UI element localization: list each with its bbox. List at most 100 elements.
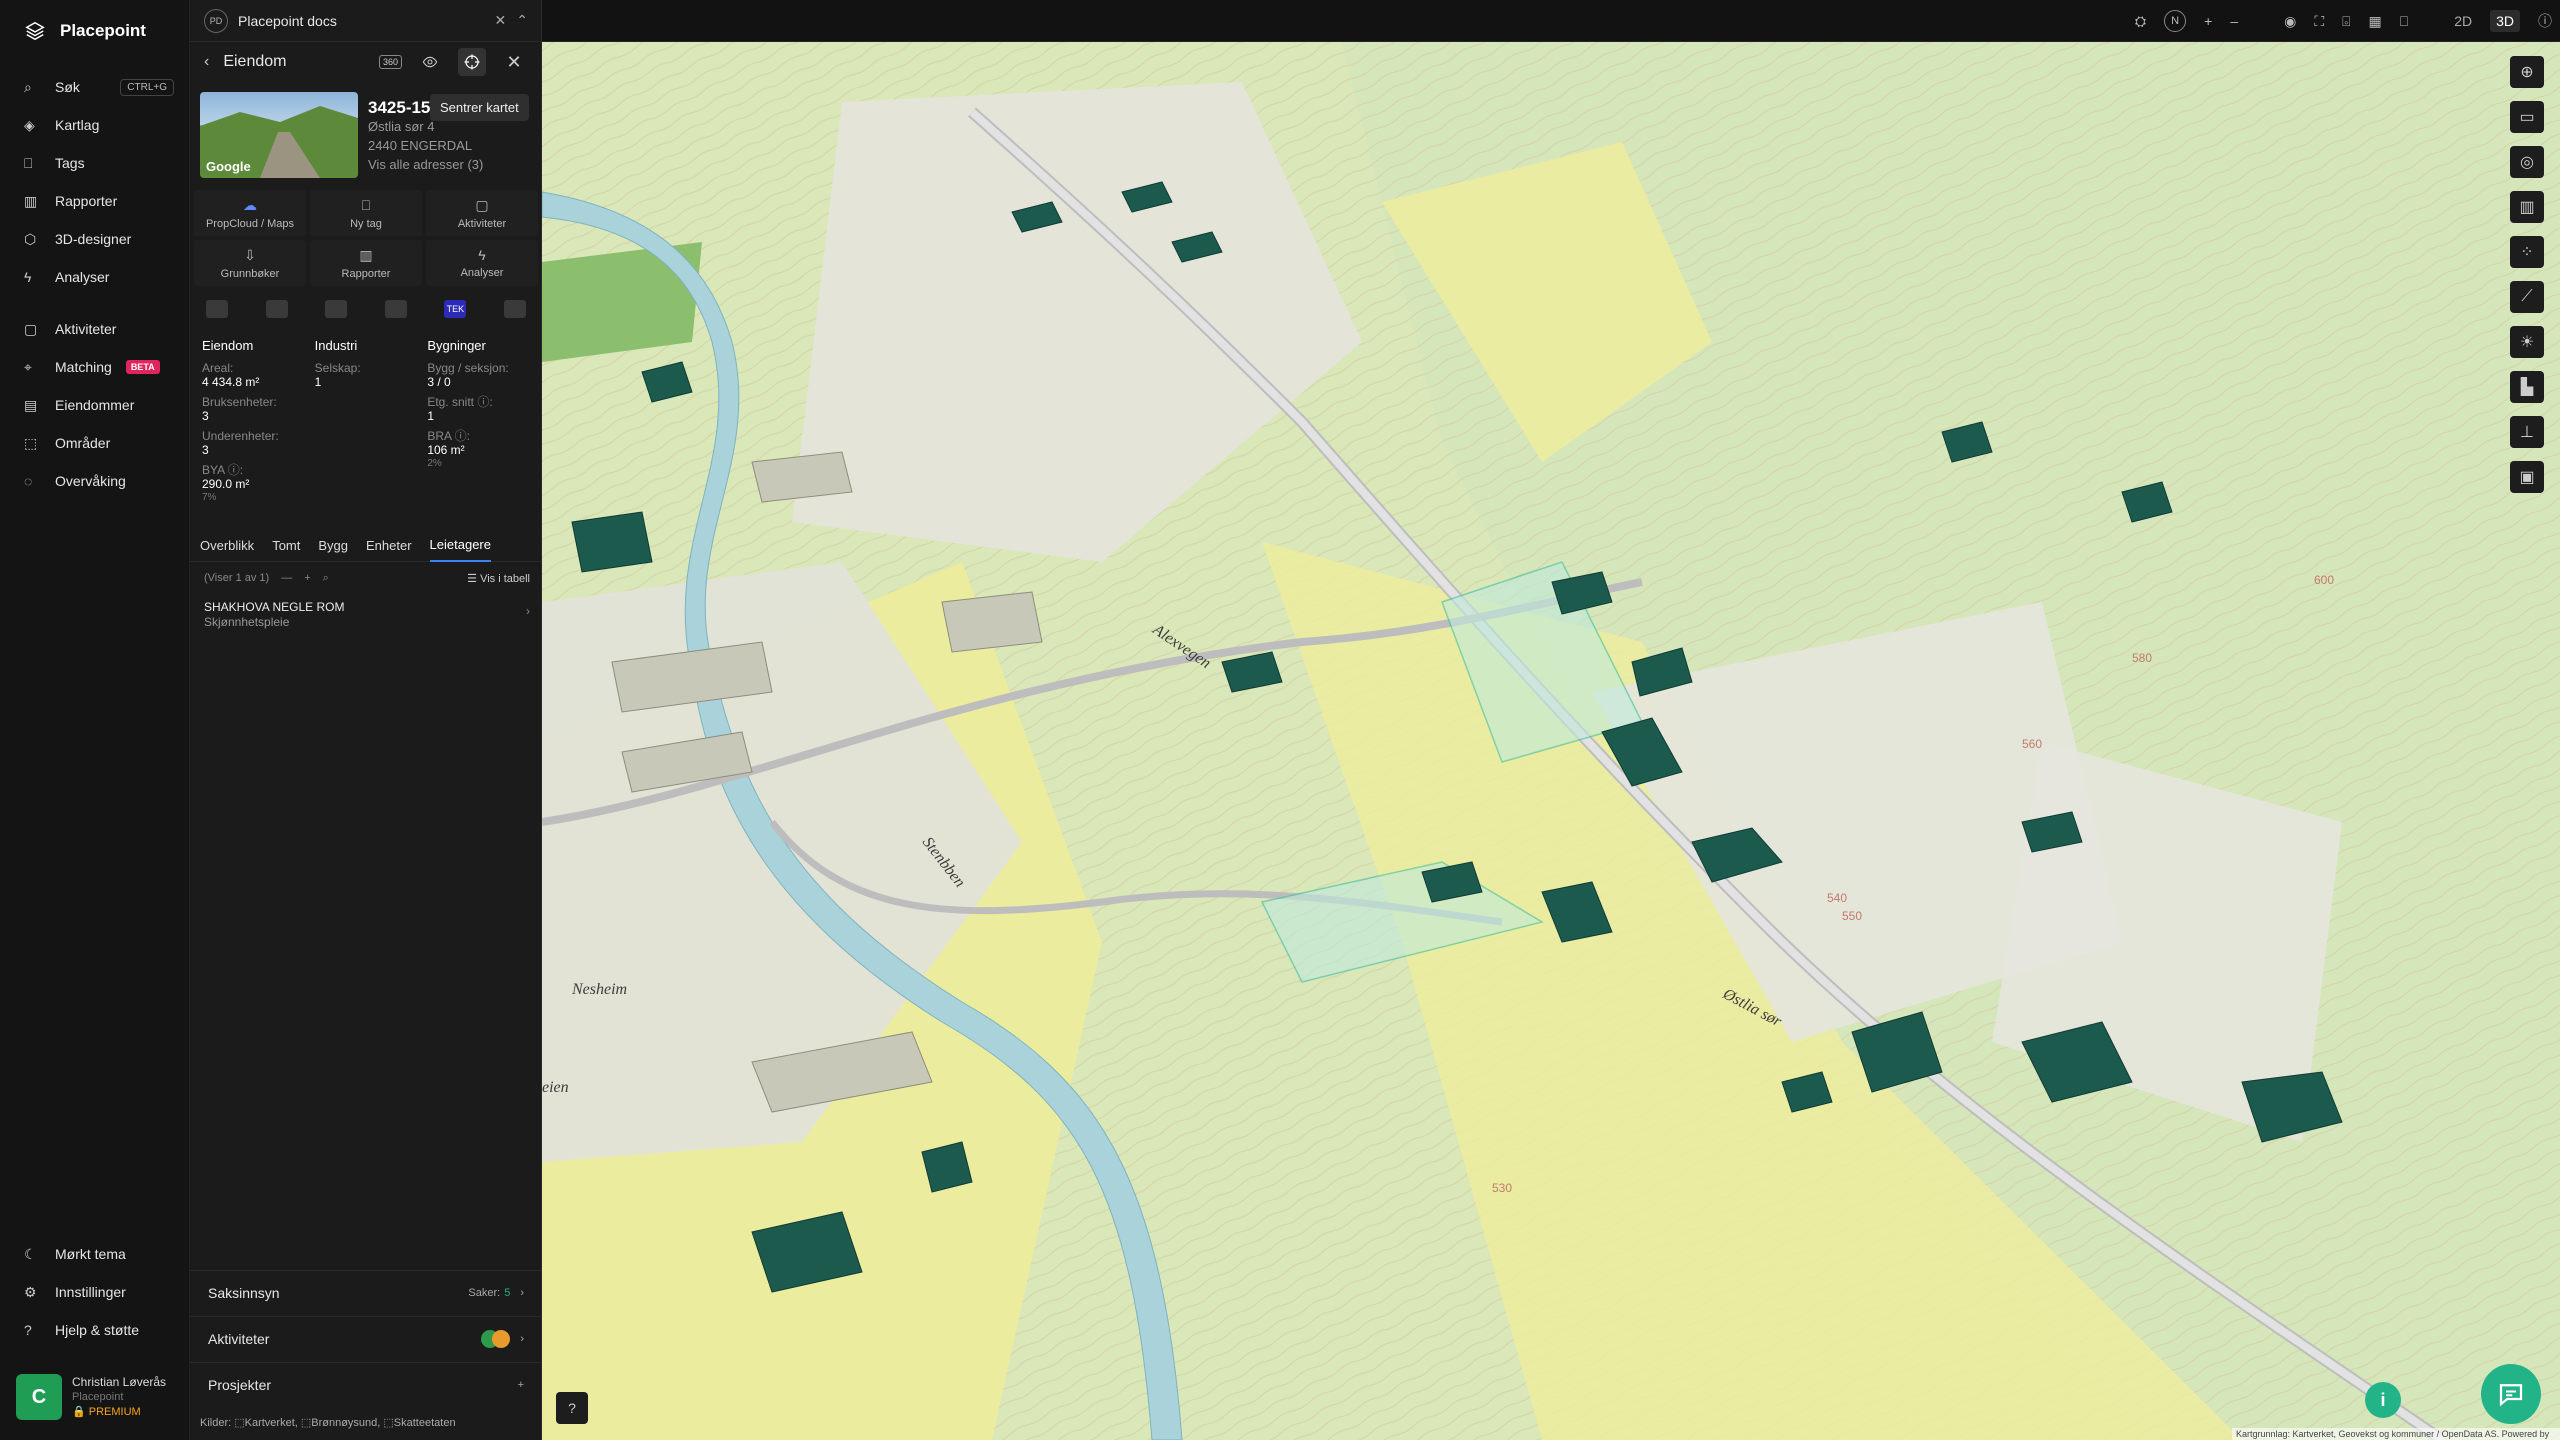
back-icon[interactable]: ‹ xyxy=(204,53,209,71)
add-icon[interactable]: + xyxy=(304,572,310,584)
sidebar-item-kartlag[interactable]: ◈ Kartlag xyxy=(0,106,190,144)
source-logo[interactable] xyxy=(206,300,228,318)
action-button-1[interactable]: ⎕ Ny tag xyxy=(310,190,422,236)
mode-3d-button[interactable]: 3D xyxy=(2490,10,2520,32)
stats-column: Industri Selskap: 1 xyxy=(315,338,420,511)
place-label: Nesheim xyxy=(571,981,627,998)
chat-button[interactable] xyxy=(2481,1364,2541,1424)
search-icon[interactable]: ⌕ xyxy=(323,572,329,585)
sidebar-item-analyser[interactable]: ϟ Analyser xyxy=(0,258,190,296)
sidebar-item-rapporter[interactable]: ▥ Rapporter xyxy=(0,182,190,220)
view-360-button[interactable]: 360 xyxy=(378,55,402,69)
stat-label: Underenheter: xyxy=(202,429,279,443)
close-icon[interactable]: ✕ xyxy=(495,12,507,29)
bookmark-icon[interactable]: ⎕ xyxy=(2400,13,2408,30)
app-logo[interactable]: Placepoint xyxy=(24,20,146,42)
tab-tomt[interactable]: Tomt xyxy=(272,530,300,562)
source-logo[interactable] xyxy=(265,300,288,318)
property-stats: Eiendom Areal: 4 434.8 m² Bruksenheter: 3 Und… xyxy=(202,338,532,511)
building-analysis-icon[interactable]: ▙ xyxy=(2510,371,2544,403)
source-logo[interactable]: TEK xyxy=(444,300,467,318)
mode-2d-button[interactable]: 2D xyxy=(2454,13,2472,29)
action-button-3[interactable]: ⇩ Grunnbøker xyxy=(194,240,306,286)
zoom-out-icon[interactable]: – xyxy=(2230,13,2238,29)
camera-icon[interactable]: ⌻ xyxy=(2342,13,2350,30)
stat-value: 3 / 0 xyxy=(427,375,451,389)
compass-button[interactable]: N xyxy=(2164,10,2187,32)
stat-value: 290.0 m² xyxy=(202,477,250,491)
view-table-button[interactable]: ☰ Vis i tabell xyxy=(467,572,530,585)
action-button-5[interactable]: ϟ Analyser xyxy=(426,240,538,286)
tab-bygg[interactable]: Bygg xyxy=(318,530,348,562)
sidebar-item-innstillinger[interactable]: ⚙ Innstillinger xyxy=(0,1273,190,1311)
layer-view-icon[interactable]: ◎ xyxy=(2510,146,2544,178)
eye-icon[interactable]: ◉ xyxy=(2284,13,2296,30)
stat-value: 3 xyxy=(202,409,209,423)
all-addresses-link[interactable]: Vis alle adresser (3) xyxy=(368,155,483,174)
list-item[interactable]: SHAKHOVA NEGLE ROM Skjønnhetspleie › xyxy=(204,600,530,630)
contour-label: 540 xyxy=(1827,891,1847,905)
sidebar-item-overvåking[interactable]: ◌ Overvåking xyxy=(0,462,190,500)
collapse-icon[interactable]: — xyxy=(281,572,292,584)
sidebar-item-mørkt-tema[interactable]: ☾ Mørkt tema xyxy=(0,1235,190,1273)
accordion-aktiviteter[interactable]: Aktiviteter › xyxy=(190,1316,542,1360)
info-icon[interactable]: ⓘ xyxy=(2538,11,2552,31)
line-chart-icon[interactable]: ⟋ xyxy=(2510,281,2544,313)
ruler-icon[interactable]: ▭ xyxy=(2510,101,2544,133)
action-button-4[interactable]: ▥ Rapporter xyxy=(310,240,422,286)
info-button[interactable]: i xyxy=(2365,1382,2401,1418)
sidebar-item-3d-designer[interactable]: ⬡ 3D-designer xyxy=(0,220,190,258)
terrain-map[interactable]: Nesheim Østlia sør Stenbben eien Alexveg… xyxy=(542,42,2560,1440)
sidebar-item-label: Kartlag xyxy=(55,117,100,133)
tab-overblikk[interactable]: Overblikk xyxy=(200,530,254,562)
doc-title[interactable]: Placepoint docs xyxy=(238,13,337,29)
stat-item: Selskap: 1 xyxy=(315,361,420,389)
help-icon[interactable]: ? xyxy=(556,1392,588,1424)
sun-icon[interactable]: ☀ xyxy=(2510,326,2544,358)
profile-icon[interactable]: ⊥ xyxy=(2510,416,2544,448)
map-canvas[interactable]: Nesheim Østlia sør Stenbben eien Alexveg… xyxy=(542,42,2560,1440)
sidebar-item-aktiviteter[interactable]: ▢ Aktiviteter xyxy=(0,310,190,348)
sidebar-item-tags[interactable]: ⎕ Tags xyxy=(0,144,190,182)
sidebar-item-eiendommer[interactable]: ▤ Eiendommer xyxy=(0,386,190,424)
bar-chart-icon[interactable]: ▥ xyxy=(2510,191,2544,223)
sidebar-item-matching[interactable]: ⌖ Matching BETA xyxy=(0,348,190,386)
stat-label: Bygg / seksjon: xyxy=(427,361,509,375)
chevron-updown-icon[interactable]: ⌃ xyxy=(516,12,528,29)
cloud-icon: ☁ xyxy=(243,196,257,213)
globe-search-icon[interactable]: ⊕ xyxy=(2510,56,2544,88)
chat-icon xyxy=(2499,1384,2523,1407)
sidebar-item-områder[interactable]: ⬚ Områder xyxy=(0,424,190,462)
user-profile[interactable]: C Christian Løverås Placepoint 🔒 PREMIUM xyxy=(16,1374,184,1420)
zoom-in-icon[interactable]: + xyxy=(2204,13,2212,29)
scatter-icon[interactable]: ⁘ xyxy=(2510,236,2544,268)
image-export-icon[interactable]: ▣ xyxy=(2510,461,2544,493)
source-logo[interactable] xyxy=(503,300,526,318)
stat-label: Selskap: xyxy=(314,361,361,375)
action-label: Rapporter xyxy=(341,267,391,280)
source-logo[interactable] xyxy=(325,300,348,318)
chart-icon: ▥ xyxy=(24,192,38,209)
sidebar-item-label: Matching xyxy=(55,359,112,375)
eye-icon[interactable] xyxy=(416,48,444,76)
sources-footer: Kilder: ⬚Kartverket, ⬚Brønnøysund, ⬚Skat… xyxy=(200,1417,456,1429)
grid-icon[interactable]: ▦ xyxy=(2369,13,2382,30)
accordion-prosjekter[interactable]: Prosjekter + xyxy=(190,1362,542,1406)
action-button-2[interactable]: ▢ Aktiviteter xyxy=(426,190,538,236)
close-panel-icon[interactable]: ✕ xyxy=(500,48,528,76)
fullscreen-icon[interactable]: ⛶ xyxy=(2314,13,2324,30)
drone-icon[interactable]: ⛭ xyxy=(2135,13,2146,30)
tenant-type: Skjønnhetspleie xyxy=(204,615,290,629)
accordion-saksinnsyn[interactable]: Saksinnsyn Saker: 5 › xyxy=(190,1270,542,1314)
sidebar-item-søk[interactable]: ⌕ Søk CTRL+G xyxy=(0,68,190,106)
center-map-button[interactable] xyxy=(458,48,486,76)
source-logo[interactable] xyxy=(384,300,407,318)
stats-column: Eiendom Areal: 4 434.8 m² Bruksenheter: 3 Und… xyxy=(202,338,307,511)
chevron-right-icon: › xyxy=(520,1286,524,1299)
action-button-0[interactable]: ☁ PropCloud / Maps xyxy=(194,190,306,236)
tab-leietagere[interactable]: Leietagere xyxy=(429,530,491,562)
sidebar-item-hjelp-støtte[interactable]: ? Hjelp & støtte xyxy=(0,1311,190,1349)
street-view-thumbnail[interactable]: Google xyxy=(200,92,358,178)
stat-sub: 2% xyxy=(427,458,442,469)
tab-enheter[interactable]: Enheter xyxy=(366,530,412,562)
